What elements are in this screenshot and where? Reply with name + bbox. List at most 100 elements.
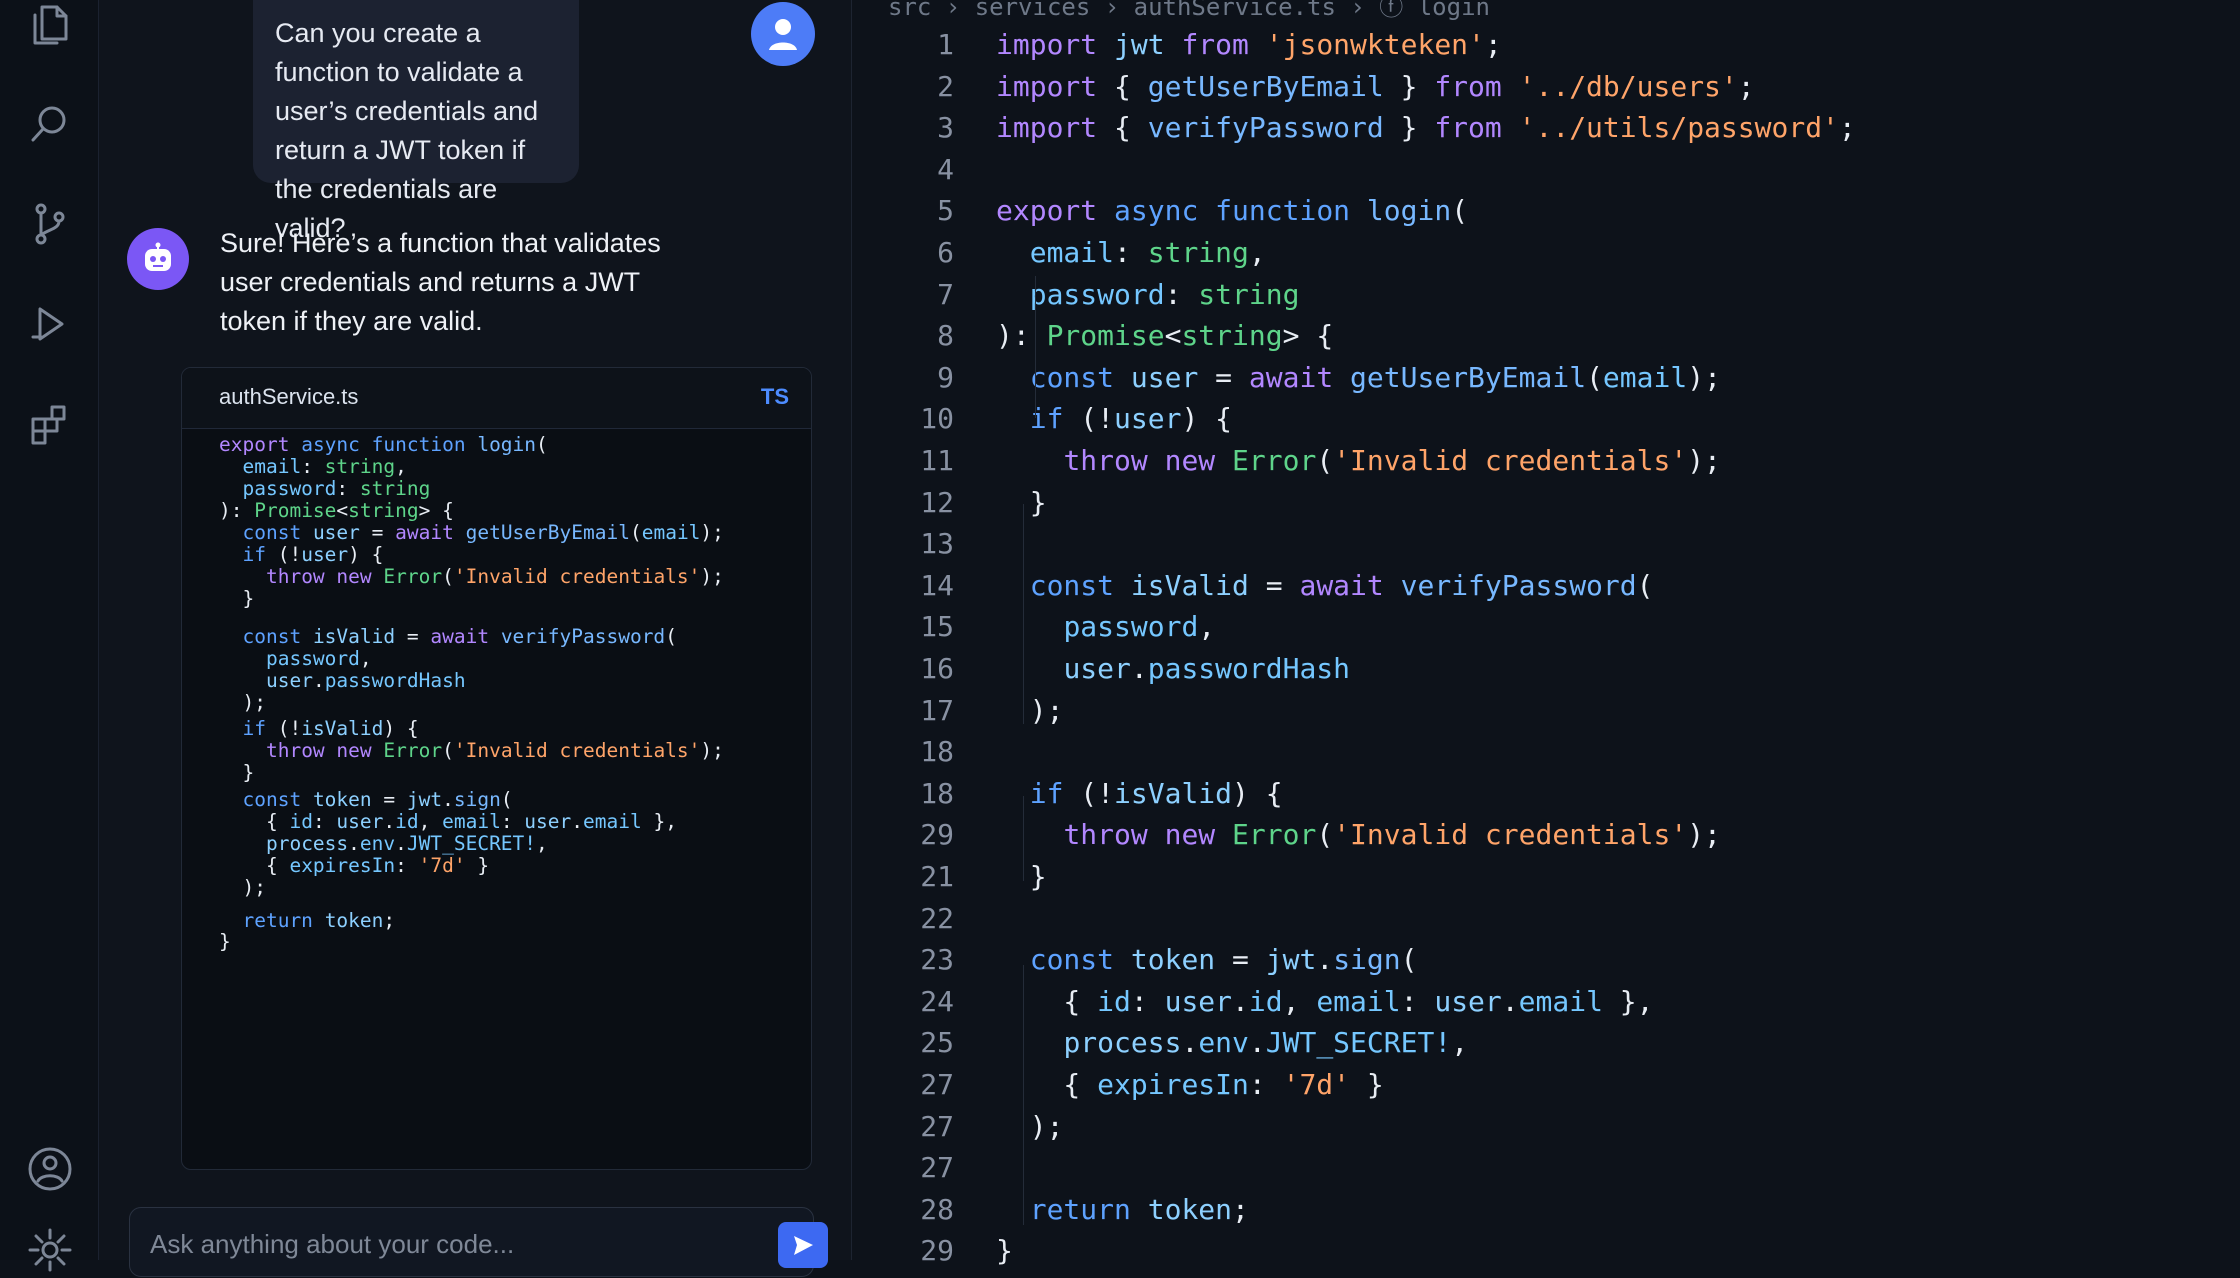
- editor-line[interactable]: 17 );: [852, 690, 2240, 732]
- line-number: 27: [920, 1151, 954, 1185]
- indent-guide: [1035, 276, 1036, 418]
- language-badge: TS: [760, 384, 789, 409]
- files-icon[interactable]: [22, 0, 78, 52]
- editor-line[interactable]: 28 return token;: [852, 1189, 2240, 1231]
- settings-icon[interactable]: [22, 1222, 78, 1278]
- account-icon[interactable]: [22, 1141, 78, 1197]
- source-control-icon[interactable]: [22, 196, 78, 252]
- activity-bar: [0, 0, 99, 1272]
- code-card-line: return token;: [242, 909, 396, 932]
- editor-line[interactable]: 1 import jwt from 'jsonwkteken';: [852, 24, 2240, 66]
- editor-line[interactable]: 29 throw new Error('Invalid credentials'…: [852, 814, 2240, 856]
- line-number: 12: [920, 485, 954, 519]
- indent-guide: [1023, 965, 1024, 1225]
- editor-line[interactable]: 14 const isValid = await verifyPassword(: [852, 565, 2240, 607]
- user-message-text: Can you create a function to validate a …: [275, 18, 539, 243]
- code-card: authService.ts TS export async function …: [181, 367, 812, 1170]
- editor-line[interactable]: 29}: [852, 1230, 2240, 1272]
- code-text: password: string: [1029, 277, 1300, 311]
- code-text: if (!isValid) {: [1029, 776, 1283, 810]
- code-text: }: [996, 485, 1047, 519]
- code-text: if (!user) {: [1029, 402, 1233, 436]
- code-text: const user = await getUserByEmail(email)…: [1029, 360, 1721, 394]
- code-text: { id: user.id, email: user.email },: [996, 984, 1654, 1018]
- editor-line[interactable]: 25 process.env.JWT_SECRET!,: [852, 1022, 2240, 1064]
- breadcrumb: src › services › authService.ts › ⓕ logi…: [888, 0, 1490, 21]
- editor-line[interactable]: 6 email: string,: [852, 232, 2240, 274]
- editor-line[interactable]: 15 password,: [852, 606, 2240, 648]
- code-text: email: string,: [1029, 236, 1266, 269]
- editor-line[interactable]: 23 const token = jwt.sign(: [852, 939, 2240, 981]
- code-text: throw new Error('Invalid credentials');: [1063, 444, 1721, 477]
- editor-line[interactable]: 27: [852, 1147, 2240, 1189]
- code-text: import jwt from 'jsonwkteken';: [996, 28, 1502, 61]
- line-number: 29: [920, 1234, 954, 1268]
- code-card-line: );: [219, 691, 266, 714]
- editor-line[interactable]: 2 import { getUserByEmail } from '../db/u…: [852, 66, 2240, 108]
- code-card-line: throw new Error('Invalid credentials');: [265, 739, 724, 762]
- code-text: password,: [1063, 610, 1216, 644]
- chat-input[interactable]: Ask anything about your code...: [129, 1207, 828, 1277]
- editor-line[interactable]: 10 if (!user) {: [852, 398, 2240, 440]
- code-card-line: );: [219, 876, 266, 899]
- line-number: 3: [937, 111, 954, 145]
- line-number: 14: [920, 568, 954, 602]
- user-avatar-icon: [751, 2, 815, 66]
- code-text: const isValid = await verifyPassword(: [1029, 568, 1654, 602]
- line-number: 10: [920, 402, 954, 436]
- code-text: }: [996, 1234, 1013, 1268]
- line-number: 15: [920, 610, 954, 644]
- line-number: 4: [937, 152, 954, 186]
- code-card-header: authService.ts TS: [182, 368, 811, 429]
- editor-line[interactable]: 11 throw new Error('Invalid credentials'…: [852, 440, 2240, 482]
- code-text: ): Promise<string> {: [996, 319, 1334, 353]
- code-text: import { getUserByEmail } from '../db/us…: [996, 69, 1755, 103]
- editor-line[interactable]: 3 import { verifyPassword } from '../util…: [852, 107, 2240, 149]
- run-debug-icon[interactable]: [22, 296, 78, 352]
- editor-line[interactable]: 8): Promise<string> {: [852, 315, 2240, 357]
- editor-line[interactable]: 21 }: [852, 856, 2240, 898]
- editor-line[interactable]: 13: [852, 523, 2240, 565]
- line-number: 17: [920, 693, 954, 727]
- code-card-line: }: [219, 930, 231, 953]
- line-number: 27: [920, 1109, 954, 1143]
- editor-line[interactable]: 18 if (!isValid) {: [852, 773, 2240, 815]
- line-number: 29: [920, 818, 954, 852]
- editor-line[interactable]: 24 { id: user.id, email: user.email },: [852, 981, 2240, 1023]
- code-card-line: }: [219, 761, 255, 784]
- editor-line[interactable]: 4: [852, 149, 2240, 191]
- send-icon: [793, 1235, 813, 1255]
- line-number: 22: [920, 901, 954, 935]
- code-text: }: [996, 860, 1047, 893]
- code-text: const token = jwt.sign(: [1029, 943, 1418, 977]
- code-editor[interactable]: src › services › authService.ts › ⓕ logi…: [852, 0, 2240, 1267]
- code-text: user.passwordHash: [1063, 652, 1351, 685]
- bot-avatar-icon: [127, 228, 189, 290]
- search-icon[interactable]: [22, 96, 78, 152]
- extensions-icon[interactable]: [22, 396, 78, 452]
- editor-line[interactable]: 27 { expiresIn: '7d' }: [852, 1064, 2240, 1106]
- editor-line[interactable]: 18: [852, 731, 2240, 773]
- code-text: );: [996, 1109, 1064, 1143]
- editor-line[interactable]: 5 export async function login(: [852, 190, 2240, 232]
- editor-line[interactable]: 22: [852, 898, 2240, 940]
- editor-line[interactable]: 27 );: [852, 1106, 2240, 1148]
- line-number: 16: [920, 652, 954, 685]
- editor-line[interactable]: 16 user.passwordHash: [852, 648, 2240, 690]
- editor-line[interactable]: 12 }: [852, 482, 2240, 524]
- line-number: 11: [920, 444, 954, 477]
- line-number: 25: [920, 1026, 954, 1060]
- code-card-line: throw new Error('Invalid credentials');: [265, 565, 724, 588]
- indent-guide: [1023, 504, 1024, 724]
- code-card-filename: authService.ts: [219, 384, 359, 409]
- line-number: 5: [937, 194, 954, 228]
- line-number: 7: [937, 277, 954, 311]
- code-text: { expiresIn: '7d' }: [996, 1068, 1384, 1101]
- line-number: 18: [920, 776, 954, 810]
- editor-line[interactable]: 7 password: string: [852, 274, 2240, 316]
- indent-guide: [1023, 796, 1024, 881]
- send-button[interactable]: [778, 1222, 828, 1268]
- code-text: );: [996, 693, 1064, 727]
- editor-line[interactable]: 9 const user = await getUserByEmail(emai…: [852, 357, 2240, 399]
- line-number: 27: [920, 1068, 954, 1101]
